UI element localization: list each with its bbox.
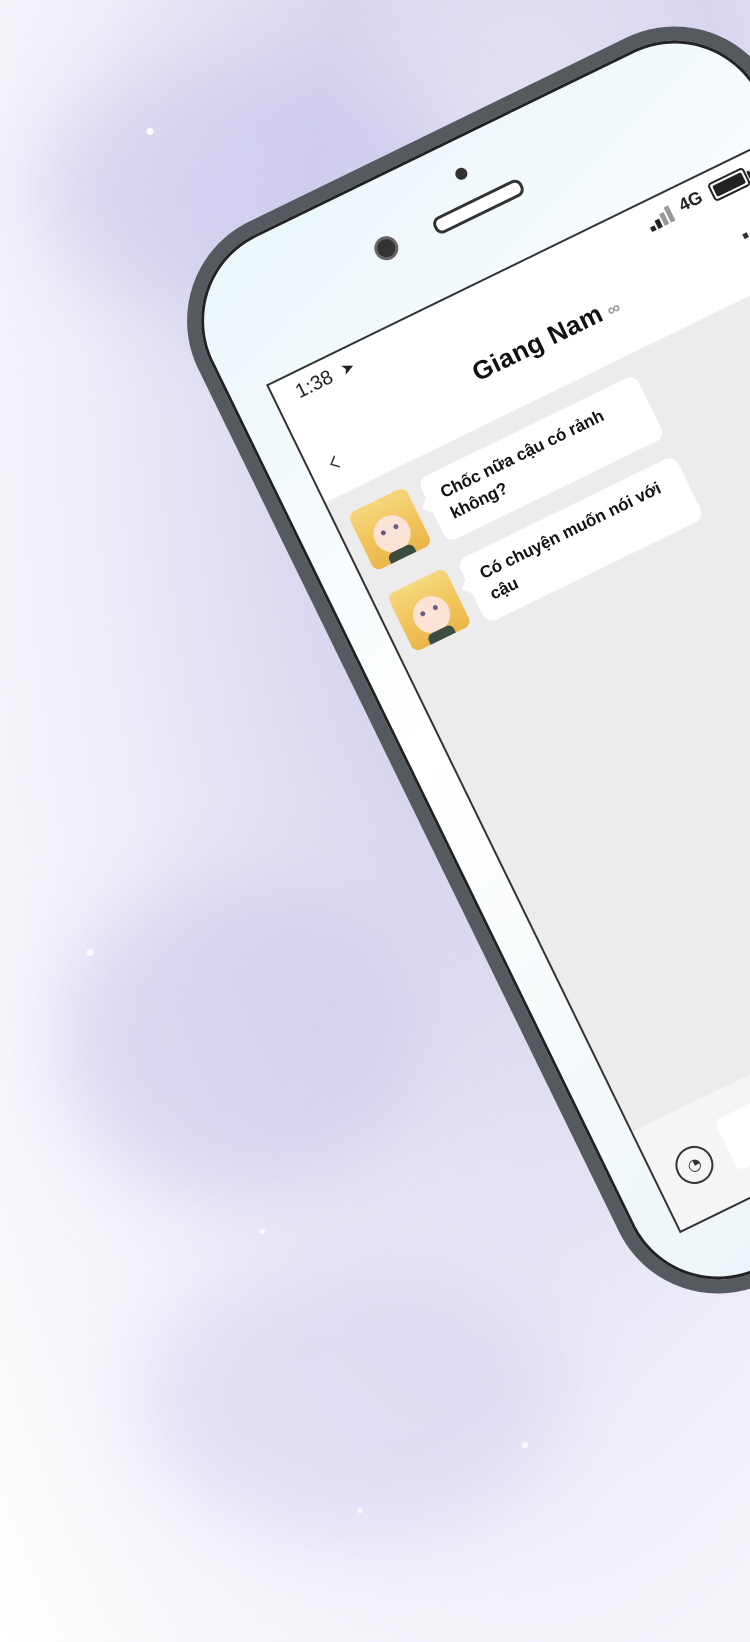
battery-icon [706,166,750,203]
input-bar: ◔ [632,894,750,1231]
signal-icon [644,204,677,233]
front-camera [370,232,403,265]
message-input[interactable] [714,927,750,1172]
location-arrow-icon: ➤ [337,356,358,380]
sensor-dot [453,165,470,182]
network-type: 4G [675,186,706,216]
status-time: 1:38 [291,366,337,403]
earpiece-speaker [430,177,527,237]
contact-avatar[interactable] [386,567,473,653]
link-icon: ∞ [603,296,625,321]
voice-icon[interactable]: ◔ [668,1139,720,1191]
contact-avatar[interactable] [347,486,433,572]
